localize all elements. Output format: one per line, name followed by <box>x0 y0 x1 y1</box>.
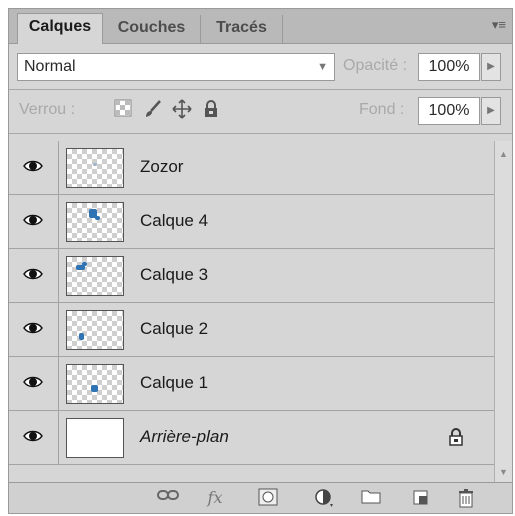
lock-brush-icon[interactable] <box>143 99 163 119</box>
layer-thumbnail <box>66 310 124 350</box>
divider <box>9 133 512 134</box>
layer-thumbnail <box>66 256 124 296</box>
opacity-field[interactable]: 100% <box>418 53 480 81</box>
layer-name[interactable]: Calque 2 <box>140 319 208 339</box>
link-icon[interactable] <box>157 488 179 508</box>
lock-move-icon[interactable] <box>172 99 192 119</box>
blend-mode-select[interactable]: Normal ▼ <box>17 53 335 81</box>
fill-label: Fond : <box>359 101 405 118</box>
fill-field[interactable]: 100% <box>418 97 480 125</box>
opacity-label: Opacité : <box>343 57 408 74</box>
layer-name[interactable]: Arrière-plan <box>140 427 229 447</box>
tab-couches[interactable]: Couches <box>103 15 201 43</box>
layer-row-calque-1[interactable]: Calque 1 <box>9 357 495 411</box>
scroll-up-icon[interactable]: ▲ <box>499 149 508 159</box>
layer-name[interactable]: Zozor <box>140 157 183 177</box>
layer-thumbnail <box>66 418 124 458</box>
tab-bar: Calques Couches Tracés ▾≡ <box>9 9 512 44</box>
layer-row-calque-2[interactable]: Calque 2 <box>9 303 495 357</box>
scroll-down-icon[interactable]: ▼ <box>499 467 508 477</box>
layer-thumbnail <box>66 148 124 188</box>
layer-row-background[interactable]: Arrière-plan <box>9 411 495 465</box>
layer-row-calque-4[interactable]: Calque 4 <box>9 195 495 249</box>
eye-icon <box>23 160 43 172</box>
layer-name[interactable]: Calque 4 <box>140 211 208 231</box>
blend-mode-value: Normal <box>24 58 76 75</box>
visibility-toggle[interactable] <box>9 195 59 248</box>
eye-icon <box>23 430 43 442</box>
lock-label: Verrou : <box>19 101 76 118</box>
layer-thumbnail <box>66 364 124 404</box>
adjustment-icon[interactable] <box>313 488 335 508</box>
new-layer-icon[interactable] <box>409 488 431 508</box>
folder-icon[interactable] <box>360 488 382 508</box>
visibility-toggle[interactable] <box>9 411 59 464</box>
fx-icon[interactable]: fx <box>204 488 226 508</box>
eye-icon <box>23 268 43 280</box>
layer-row-zozor[interactable]: Zozor <box>9 141 495 195</box>
layers-list: Zozor Calque 4 Calque 3 Calque 2 Calque … <box>9 141 512 483</box>
lock-icon <box>449 428 463 446</box>
tab-calques[interactable]: Calques <box>17 13 103 44</box>
fill-slider-toggle[interactable]: ▶ <box>481 97 501 125</box>
visibility-toggle[interactable] <box>9 357 59 410</box>
opacity-slider-toggle[interactable]: ▶ <box>481 53 501 81</box>
divider <box>9 89 512 90</box>
scrollbar[interactable]: ▲ ▼ <box>494 141 512 483</box>
layer-name[interactable]: Calque 3 <box>140 265 208 285</box>
visibility-toggle[interactable] <box>9 249 59 302</box>
layer-name[interactable]: Calque 1 <box>140 373 208 393</box>
visibility-toggle[interactable] <box>9 303 59 356</box>
eye-icon <box>23 214 43 226</box>
eye-icon <box>23 322 43 334</box>
mask-icon[interactable] <box>257 488 279 508</box>
lock-transparent-icon[interactable] <box>113 99 133 119</box>
layer-row-calque-3[interactable]: Calque 3 <box>9 249 495 303</box>
lock-all-icon[interactable] <box>201 99 221 119</box>
panel-menu-icon[interactable]: ▾≡ <box>492 17 506 33</box>
chevron-down-icon: ▼ <box>317 61 328 73</box>
tab-traces[interactable]: Tracés <box>201 15 283 43</box>
eye-icon <box>23 376 43 388</box>
visibility-toggle[interactable] <box>9 141 59 194</box>
layers-panel: Calques Couches Tracés ▾≡ Normal ▼ Opaci… <box>8 8 513 514</box>
bottom-toolbar: fx <box>9 482 512 513</box>
trash-icon[interactable] <box>455 488 477 508</box>
layer-thumbnail <box>66 202 124 242</box>
